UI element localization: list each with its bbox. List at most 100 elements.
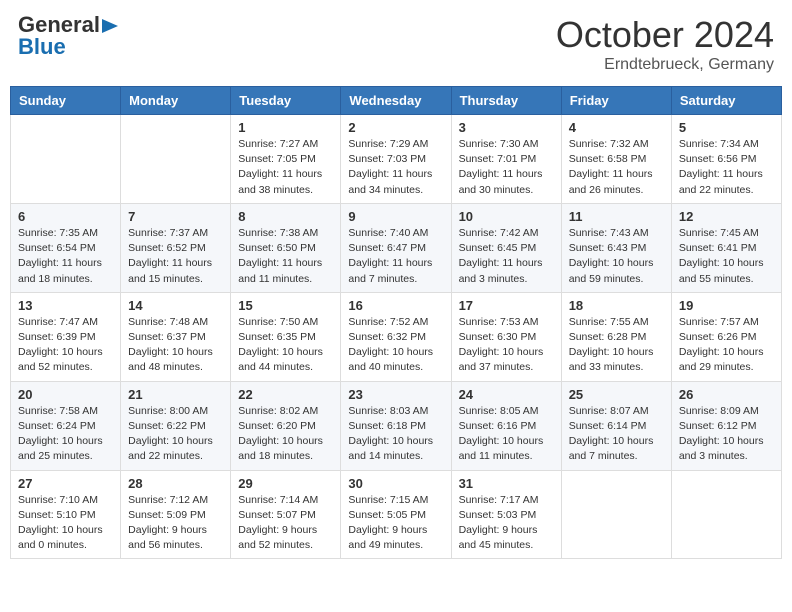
day-number: 12 xyxy=(679,209,774,224)
day-info: Sunrise: 7:52 AM Sunset: 6:32 PM Dayligh… xyxy=(348,315,443,376)
day-cell: 26Sunrise: 8:09 AM Sunset: 6:12 PM Dayli… xyxy=(671,381,781,470)
day-info: Sunrise: 7:57 AM Sunset: 6:26 PM Dayligh… xyxy=(679,315,774,376)
day-info: Sunrise: 7:42 AM Sunset: 6:45 PM Dayligh… xyxy=(459,226,554,287)
weekday-header-friday: Friday xyxy=(561,87,671,115)
day-number: 24 xyxy=(459,387,554,402)
day-number: 2 xyxy=(348,120,443,135)
day-cell: 24Sunrise: 8:05 AM Sunset: 6:16 PM Dayli… xyxy=(451,381,561,470)
day-cell: 14 Sunrise: 7:48 AM Sunset: 6:37 PM Dayli… xyxy=(121,292,231,381)
day-number: 16 xyxy=(348,298,443,313)
day-number: 23 xyxy=(348,387,443,402)
day-number: 8 xyxy=(238,209,333,224)
day-cell: 20 Sunrise: 7:58 AM Sunset: 6:24 PM Dayli… xyxy=(11,381,121,470)
day-info: Sunrise: 7:50 AM Sunset: 6:35 PM Dayligh… xyxy=(238,315,333,376)
day-number: 7 xyxy=(128,209,223,224)
day-cell: 5Sunrise: 7:34 AM Sunset: 6:56 PM Daylig… xyxy=(671,115,781,204)
day-cell: 21Sunrise: 8:00 AM Sunset: 6:22 PM Dayli… xyxy=(121,381,231,470)
day-number: 31 xyxy=(459,476,554,491)
day-number: 20 xyxy=(18,387,113,402)
day-info: Sunrise: 8:02 AM Sunset: 6:20 PM Dayligh… xyxy=(238,404,333,465)
day-cell: 16 Sunrise: 7:52 AM Sunset: 6:32 PM Dayli… xyxy=(341,292,451,381)
day-info: Sunrise: 7:58 AM Sunset: 6:24 PM Dayligh… xyxy=(18,404,113,465)
day-info: Sunrise: 7:48 AM Sunset: 6:37 PM Dayligh… xyxy=(128,315,223,376)
day-cell: 3 Sunrise: 7:30 AM Sunset: 7:01 PM Daylig… xyxy=(451,115,561,204)
day-number: 10 xyxy=(459,209,554,224)
day-number: 13 xyxy=(18,298,113,313)
day-info: Sunrise: 7:53 AM Sunset: 6:30 PM Dayligh… xyxy=(459,315,554,376)
day-number: 1 xyxy=(238,120,333,135)
month-title: October 2024 xyxy=(556,14,774,56)
weekday-header-sunday: Sunday xyxy=(11,87,121,115)
day-number: 25 xyxy=(569,387,664,402)
day-cell: 23 Sunrise: 8:03 AM Sunset: 6:18 PM Dayli… xyxy=(341,381,451,470)
day-cell: 4 Sunrise: 7:32 AM Sunset: 6:58 PM Daylig… xyxy=(561,115,671,204)
day-info: Sunrise: 7:30 AM Sunset: 7:01 PM Dayligh… xyxy=(459,137,554,198)
day-cell: 8Sunrise: 7:38 AM Sunset: 6:50 PM Daylig… xyxy=(231,203,341,292)
day-number: 3 xyxy=(459,120,554,135)
day-number: 11 xyxy=(569,209,664,224)
day-info: Sunrise: 8:03 AM Sunset: 6:18 PM Dayligh… xyxy=(348,404,443,465)
day-number: 14 xyxy=(128,298,223,313)
logo-triangle-icon xyxy=(102,17,120,35)
weekday-header-monday: Monday xyxy=(121,87,231,115)
location-subtitle: Erndtebrueck, Germany xyxy=(556,56,774,74)
day-info: Sunrise: 7:10 AM Sunset: 5:10 PM Dayligh… xyxy=(18,493,113,554)
day-info: Sunrise: 7:45 AM Sunset: 6:41 PM Dayligh… xyxy=(679,226,774,287)
week-row-2: 6 Sunrise: 7:35 AM Sunset: 6:54 PM Daylig… xyxy=(11,203,782,292)
day-info: Sunrise: 7:35 AM Sunset: 6:54 PM Dayligh… xyxy=(18,226,113,287)
logo: General Blue xyxy=(18,14,120,58)
day-info: Sunrise: 7:27 AM Sunset: 7:05 PM Dayligh… xyxy=(238,137,333,198)
day-info: Sunrise: 7:17 AM Sunset: 5:03 PM Dayligh… xyxy=(459,493,554,554)
day-number: 30 xyxy=(348,476,443,491)
calendar-table: SundayMondayTuesdayWednesdayThursdayFrid… xyxy=(10,86,782,559)
day-number: 15 xyxy=(238,298,333,313)
day-cell: 27 Sunrise: 7:10 AM Sunset: 5:10 PM Dayli… xyxy=(11,470,121,559)
day-cell: 17Sunrise: 7:53 AM Sunset: 6:30 PM Dayli… xyxy=(451,292,561,381)
logo-blue-text: Blue xyxy=(18,36,66,58)
day-cell: 12 Sunrise: 7:45 AM Sunset: 6:41 PM Dayli… xyxy=(671,203,781,292)
day-cell: 19 Sunrise: 7:57 AM Sunset: 6:26 PM Dayli… xyxy=(671,292,781,381)
day-number: 27 xyxy=(18,476,113,491)
day-number: 28 xyxy=(128,476,223,491)
day-cell xyxy=(11,115,121,204)
day-info: Sunrise: 7:14 AM Sunset: 5:07 PM Dayligh… xyxy=(238,493,333,554)
weekday-header-tuesday: Tuesday xyxy=(231,87,341,115)
day-info: Sunrise: 8:07 AM Sunset: 6:14 PM Dayligh… xyxy=(569,404,664,465)
week-row-1: 1 Sunrise: 7:27 AM Sunset: 7:05 PM Daylig… xyxy=(11,115,782,204)
day-cell: 10 Sunrise: 7:42 AM Sunset: 6:45 PM Dayli… xyxy=(451,203,561,292)
day-number: 18 xyxy=(569,298,664,313)
day-info: Sunrise: 7:29 AM Sunset: 7:03 PM Dayligh… xyxy=(348,137,443,198)
day-number: 26 xyxy=(679,387,774,402)
day-number: 4 xyxy=(569,120,664,135)
day-cell: 31 Sunrise: 7:17 AM Sunset: 5:03 PM Dayli… xyxy=(451,470,561,559)
day-number: 6 xyxy=(18,209,113,224)
day-info: Sunrise: 7:43 AM Sunset: 6:43 PM Dayligh… xyxy=(569,226,664,287)
day-cell: 1 Sunrise: 7:27 AM Sunset: 7:05 PM Daylig… xyxy=(231,115,341,204)
day-number: 9 xyxy=(348,209,443,224)
page-header: General Blue October 2024 Erndtebrueck, … xyxy=(10,10,782,78)
title-block: October 2024 Erndtebrueck, Germany xyxy=(556,14,774,74)
day-cell: 7Sunrise: 7:37 AM Sunset: 6:52 PM Daylig… xyxy=(121,203,231,292)
day-info: Sunrise: 7:15 AM Sunset: 5:05 PM Dayligh… xyxy=(348,493,443,554)
day-cell: 11 Sunrise: 7:43 AM Sunset: 6:43 PM Dayli… xyxy=(561,203,671,292)
day-cell: 13 Sunrise: 7:47 AM Sunset: 6:39 PM Dayli… xyxy=(11,292,121,381)
day-number: 19 xyxy=(679,298,774,313)
day-info: Sunrise: 7:55 AM Sunset: 6:28 PM Dayligh… xyxy=(569,315,664,376)
week-row-5: 27 Sunrise: 7:10 AM Sunset: 5:10 PM Dayli… xyxy=(11,470,782,559)
day-cell: 15 Sunrise: 7:50 AM Sunset: 6:35 PM Dayli… xyxy=(231,292,341,381)
day-info: Sunrise: 7:32 AM Sunset: 6:58 PM Dayligh… xyxy=(569,137,664,198)
day-cell xyxy=(121,115,231,204)
day-number: 5 xyxy=(679,120,774,135)
day-cell: 25 Sunrise: 8:07 AM Sunset: 6:14 PM Dayli… xyxy=(561,381,671,470)
day-info: Sunrise: 7:12 AM Sunset: 5:09 PM Dayligh… xyxy=(128,493,223,554)
day-cell xyxy=(561,470,671,559)
day-cell: 30 Sunrise: 7:15 AM Sunset: 5:05 PM Dayli… xyxy=(341,470,451,559)
weekday-header-thursday: Thursday xyxy=(451,87,561,115)
day-cell: 18 Sunrise: 7:55 AM Sunset: 6:28 PM Dayli… xyxy=(561,292,671,381)
day-info: Sunrise: 7:47 AM Sunset: 6:39 PM Dayligh… xyxy=(18,315,113,376)
day-info: Sunrise: 7:40 AM Sunset: 6:47 PM Dayligh… xyxy=(348,226,443,287)
day-cell: 6 Sunrise: 7:35 AM Sunset: 6:54 PM Daylig… xyxy=(11,203,121,292)
weekday-header-saturday: Saturday xyxy=(671,87,781,115)
day-cell xyxy=(671,470,781,559)
day-cell: 9 Sunrise: 7:40 AM Sunset: 6:47 PM Daylig… xyxy=(341,203,451,292)
